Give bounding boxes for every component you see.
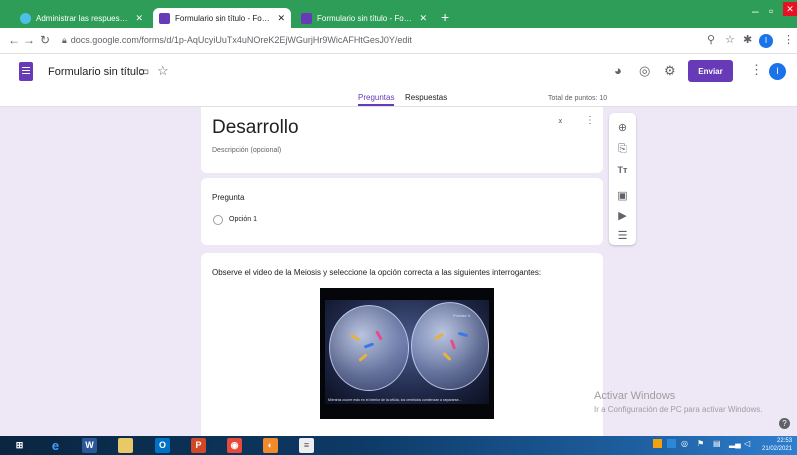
powerpoint-icon[interactable]: P [191, 438, 206, 453]
add-question-icon[interactable]: ⊕ [615, 121, 630, 134]
tray-app-icon[interactable] [653, 439, 662, 448]
question-title[interactable]: Pregunta [212, 193, 244, 202]
chromosome [363, 342, 375, 349]
browser-tab-3[interactable]: Formulario sin título - Formulario ✕ [295, 8, 433, 28]
chromosome [375, 330, 383, 341]
lock-icon: 🔒︎ [62, 35, 67, 45]
option-label[interactable]: Opción 1 [229, 216, 257, 223]
volume-icon[interactable]: ◁ [744, 439, 750, 448]
section-more-icon[interactable]: ⋮ [585, 115, 595, 126]
add-title-icon[interactable]: Tт [615, 165, 630, 175]
video-title[interactable]: Observe el video de la Meiosis y selecci… [212, 268, 541, 277]
chromosome [457, 331, 469, 338]
add-video-icon[interactable]: ▶ [615, 209, 630, 222]
add-image-icon[interactable]: ▣ [615, 189, 630, 202]
activate-windows-subtitle: Ir a Configuración de PC para activar Wi… [594, 405, 763, 414]
cell-right [411, 302, 489, 390]
forms-header: Formulario sin título ▭ ☆ ◕ ◎ ⚙ Enviar ⋮… [0, 54, 797, 90]
clock-time: 22:53 [777, 438, 793, 444]
preview-eye-icon[interactable]: ◎ [639, 63, 650, 79]
tab-title: Formulario sin título - Formulario [175, 13, 272, 23]
outlook-icon[interactable]: O [155, 438, 170, 453]
forms-favicon-icon [301, 12, 312, 24]
back-icon[interactable]: ← [8, 33, 20, 47]
firefox-icon[interactable]: ◐ [263, 438, 278, 453]
video-thumbnail[interactable]: Profase II Mientras ocurre esto en el in… [320, 288, 494, 419]
browser-tab-1[interactable]: Administrar las respuestas. - Tu... ✕ [14, 8, 149, 28]
flag-icon[interactable]: ⚑ [697, 439, 704, 448]
network-icon[interactable]: ▤ [713, 439, 721, 448]
import-questions-icon[interactable]: ⎘ [615, 143, 630, 156]
cell-left [329, 305, 409, 391]
total-points: Total de puntos: 10 [548, 95, 608, 102]
maximize-window-icon[interactable]: ▫ [769, 4, 773, 18]
clock-date: 21/02/2021 [762, 446, 793, 452]
site-favicon-icon [20, 12, 31, 24]
file-explorer-icon[interactable] [118, 438, 133, 453]
tray-app-icon[interactable] [667, 439, 676, 448]
chromosome [349, 333, 361, 342]
send-button[interactable]: Enviar [688, 60, 733, 82]
section-description-field[interactable]: Descripción (opcional) [212, 147, 281, 154]
browser-menu-icon[interactable]: ⋮ [783, 33, 794, 46]
video-card[interactable]: Observe el video de la Meiosis y selecci… [201, 253, 603, 455]
tab-title: Formulario sin título - Formulario [317, 13, 414, 23]
extensions-icon[interactable]: ✱ [743, 33, 752, 46]
zoom-icon[interactable]: ⚲ [707, 33, 715, 46]
tab-questions[interactable]: Preguntas [358, 93, 395, 106]
internet-explorer-icon[interactable]: e [48, 438, 63, 453]
folder-icon[interactable]: ▭ [138, 64, 149, 78]
minimize-window-icon[interactable]: – [752, 4, 759, 18]
form-tabs: Preguntas Respuestas Total de puntos: 10 [0, 90, 797, 107]
floating-toolbar: ⊕ ⎘ Tт ▣ ▶ ☰ [609, 113, 636, 245]
close-tab-icon[interactable]: ✕ [413, 13, 427, 24]
close-window-icon[interactable]: ✕ [783, 2, 797, 16]
word-icon[interactable]: W [82, 438, 97, 453]
more-options-icon[interactable]: ⋮ [750, 62, 763, 78]
radio-option-icon [213, 215, 223, 225]
form-title[interactable]: Formulario sin título [48, 66, 145, 78]
browser-tab-2[interactable]: Formulario sin título - Formulario ✕ [153, 8, 291, 28]
taskbar-clock[interactable]: 22:53 21/02/2021 [762, 437, 792, 453]
reload-icon[interactable]: ↻ [40, 33, 50, 47]
section-title[interactable]: Desarrollo [212, 117, 299, 139]
bookmark-star-icon[interactable]: ☆ [725, 33, 735, 46]
collapse-section-icon[interactable]: ⌄ ⌃ [557, 115, 564, 129]
help-icon[interactable]: ? [779, 418, 790, 429]
new-tab-button[interactable]: + [441, 10, 449, 24]
url-text: docs.google.com/forms/d/1p-AqUcyiUuTx4uN… [70, 35, 412, 45]
notepad-icon[interactable]: ≡ [299, 438, 314, 453]
tab-responses[interactable]: Respuestas [405, 93, 447, 102]
close-tab-icon[interactable]: ✕ [271, 13, 285, 24]
activate-windows-title: Activar Windows [594, 390, 676, 402]
forms-favicon-icon [159, 12, 170, 24]
signal-icon[interactable]: ▂▄ [729, 439, 741, 448]
tray-circle-icon[interactable]: ◎ [681, 439, 688, 448]
chrome-icon[interactable]: ◉ [227, 438, 242, 453]
palette-icon[interactable]: ◕ [614, 63, 622, 78]
chromosome [358, 353, 368, 362]
settings-gear-icon[interactable]: ⚙ [664, 63, 676, 79]
browser-tab-strip: Administrar las respuestas. - Tu... ✕ Fo… [0, 0, 797, 28]
forward-icon[interactable]: → [23, 33, 35, 47]
add-section-icon[interactable]: ☰ [615, 229, 630, 242]
section-card[interactable]: Desarrollo Descripción (opcional) ⌄ ⌃ ⋮ [201, 107, 603, 173]
chromosome [433, 332, 445, 341]
forms-logo-icon[interactable] [19, 62, 33, 81]
question-card[interactable]: Pregunta Opción 1 [201, 178, 603, 245]
chromosome [442, 351, 452, 362]
video-caption: Mientras ocurre esto en el interior de l… [328, 398, 462, 402]
url-field[interactable]: 🔒︎ docs.google.com/forms/d/1p-AqUcyiUuTx4… [62, 35, 412, 46]
star-icon[interactable]: ☆ [157, 63, 169, 79]
video-watermark: Profase II [453, 313, 471, 318]
tab-title: Administrar las respuestas. - Tu... [36, 13, 130, 23]
avatar[interactable]: I [769, 63, 786, 80]
browser-profile-avatar[interactable]: I [759, 34, 773, 48]
chromosome [449, 339, 457, 350]
windows-start-icon[interactable]: ⊞ [12, 438, 27, 453]
address-bar: ← → ↻ 🔒︎ docs.google.com/forms/d/1p-AqUcy… [0, 28, 797, 54]
close-tab-icon[interactable]: ✕ [129, 13, 143, 24]
windows-taskbar: ⊞ e W O P ◉ ◐ ≡ ◎ ⚑ ▤ ▂▄ ◁ 22:53 21/02/2… [0, 436, 797, 455]
